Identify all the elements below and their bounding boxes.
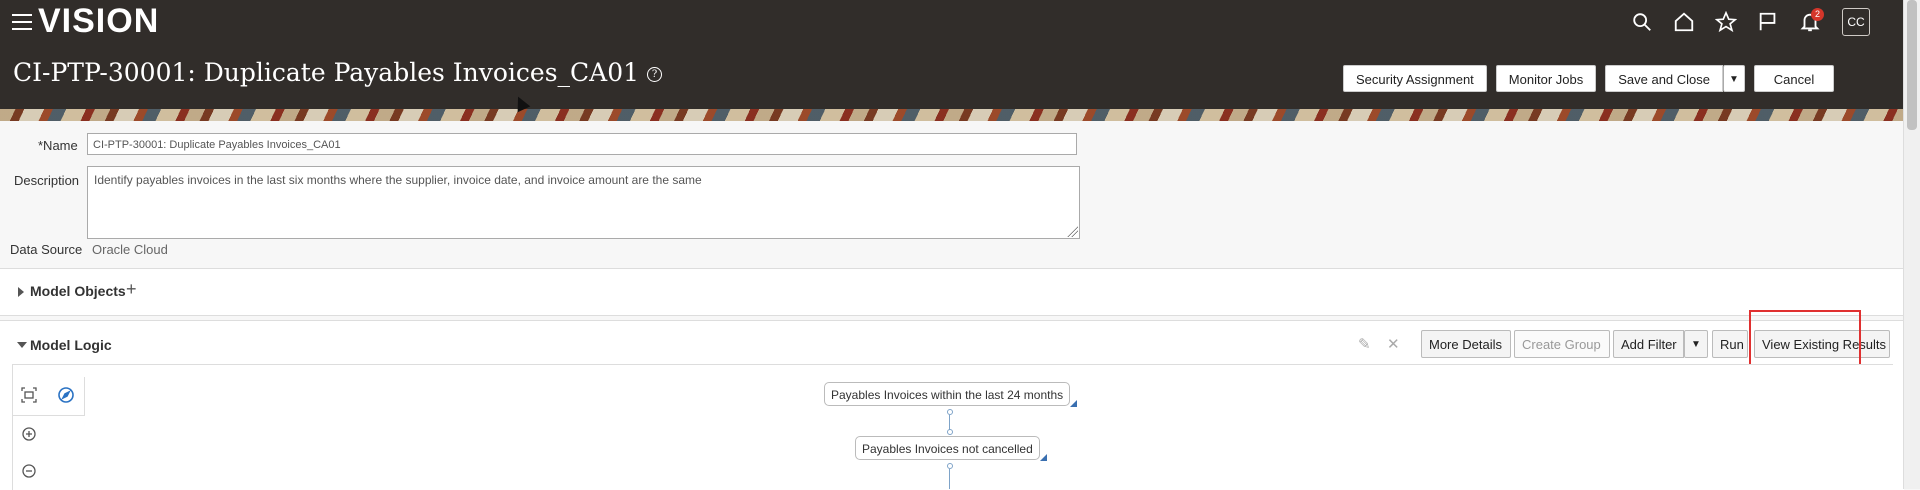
close-icon[interactable]: ✕ (1387, 335, 1400, 353)
logic-node[interactable]: Payables Invoices within the last 24 mon… (824, 382, 1071, 406)
add-filter-chevron-down-icon[interactable]: ▼ (1684, 330, 1708, 358)
model-objects-title[interactable]: Model Objects (30, 283, 126, 299)
page-scrollbar[interactable] (1903, 0, 1920, 489)
monitor-jobs-button[interactable]: Monitor Jobs (1495, 65, 1597, 92)
model-logic-title[interactable]: Model Logic (30, 337, 112, 353)
help-icon[interactable]: ? (647, 67, 663, 82)
zoom-in-icon[interactable] (17, 422, 41, 446)
expand-icon[interactable] (18, 287, 24, 297)
user-avatar[interactable]: CC (1842, 8, 1870, 36)
run-button[interactable]: Run (1712, 330, 1748, 358)
header-icons: 2 CC (1628, 8, 1870, 36)
connector-dot (947, 429, 953, 435)
more-details-button[interactable]: More Details (1421, 330, 1511, 358)
home-icon[interactable] (1670, 8, 1698, 36)
compass-icon[interactable] (54, 383, 78, 407)
flag-icon[interactable] (1754, 8, 1782, 36)
notification-badge: 2 (1810, 8, 1824, 21)
bell-icon[interactable]: 2 (1796, 8, 1824, 36)
decorative-banner (0, 109, 1904, 121)
fit-view-icon[interactable] (17, 383, 41, 407)
name-label: *Name (38, 138, 78, 153)
page-title-text: CI-PTP-30001: Duplicate Payables Invoice… (13, 58, 640, 87)
app-logo[interactable]: VISION (38, 2, 159, 41)
save-and-close-button[interactable]: Save and Close (1605, 65, 1723, 92)
name-field[interactable]: CI-PTP-30001: Duplicate Payables Invoice… (87, 133, 1077, 155)
data-source-value: Oracle Cloud (92, 242, 168, 257)
header-actions: Security Assignment Monitor Jobs Save an… (1343, 65, 1834, 92)
plus-icon[interactable]: + (126, 279, 137, 300)
node-corner-icon (1040, 454, 1047, 461)
add-filter-button[interactable]: Add Filter (1613, 330, 1684, 358)
save-close-split: Save and Close ▼ (1605, 65, 1745, 92)
star-icon[interactable] (1712, 8, 1740, 36)
create-group-button[interactable]: Create Group (1514, 330, 1610, 358)
connector-dot (947, 409, 953, 415)
connector-line (949, 469, 950, 489)
description-field[interactable]: Identify payables invoices in the last s… (87, 166, 1080, 239)
node-corner-icon (1070, 400, 1077, 407)
logic-node[interactable]: Payables Invoices not cancelled (855, 436, 1040, 460)
search-icon[interactable] (1628, 8, 1656, 36)
collapse-icon[interactable] (17, 342, 27, 348)
page-title: CI-PTP-30001: Duplicate Payables Invoice… (13, 58, 663, 87)
connector-dot (947, 463, 953, 469)
data-source-label: Data Source (10, 242, 83, 257)
description-label: Description (14, 173, 80, 188)
pencil-icon[interactable]: ✎ (1358, 335, 1371, 353)
security-assignment-button[interactable]: Security Assignment (1343, 65, 1487, 92)
save-options-chevron-down-icon[interactable]: ▼ (1723, 65, 1745, 92)
cancel-button[interactable]: Cancel (1754, 65, 1834, 92)
zoom-out-icon[interactable] (17, 459, 41, 483)
scrollbar-thumb[interactable] (1907, 0, 1917, 130)
model-objects-panel: Model Objects + (0, 268, 1904, 316)
resize-handle[interactable] (1066, 225, 1078, 237)
global-header: VISION 2 CC CI-PTP-30001: Duplicate Paya… (0, 0, 1904, 121)
menu-icon[interactable] (12, 14, 32, 30)
